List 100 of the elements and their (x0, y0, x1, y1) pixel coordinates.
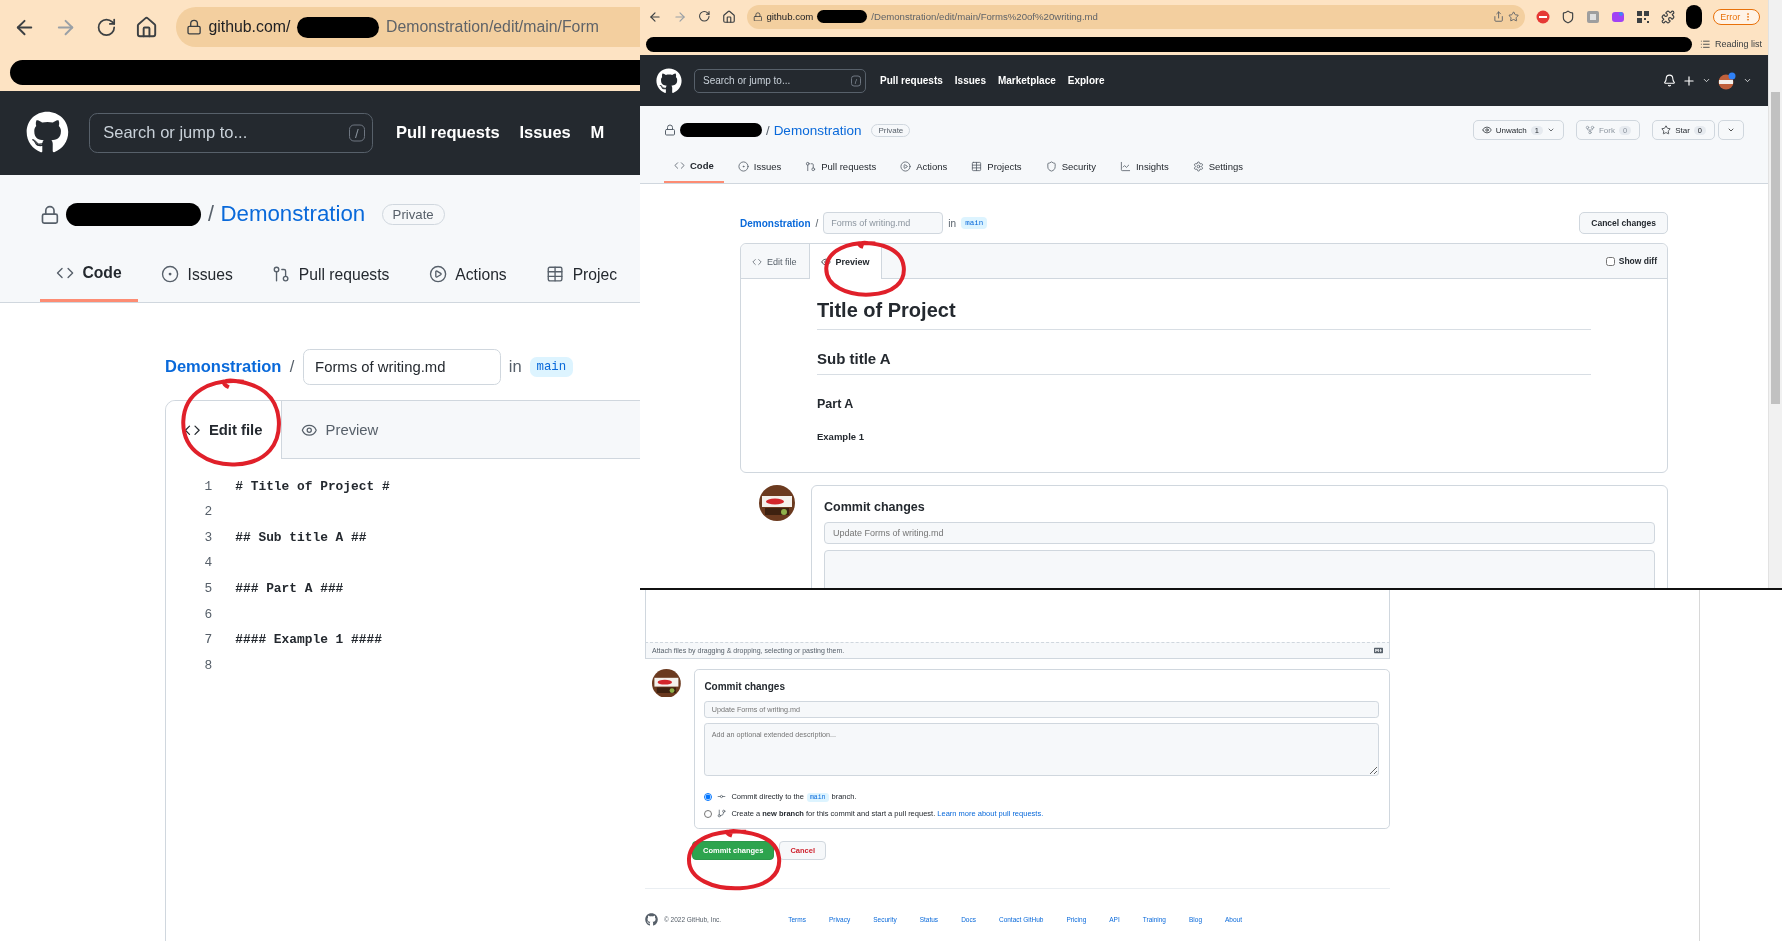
line-number: 6 (203, 606, 213, 622)
nav-link[interactable]: Pull requests (880, 75, 943, 86)
radio-button[interactable] (704, 792, 713, 801)
lock-icon (752, 11, 763, 22)
caret-icon (1727, 126, 1735, 134)
issue-icon (737, 161, 749, 172)
repo-tab[interactable]: Projec (529, 250, 634, 302)
caret-icon (1743, 76, 1752, 85)
url-text: github.com (766, 11, 814, 22)
fork-icon (1585, 125, 1595, 135)
shield-icon[interactable] (1561, 9, 1576, 24)
code-line: ## Sub title A ## (235, 529, 367, 545)
address-bar[interactable]: github.com/ Demonstration/edit/main/Form (175, 7, 640, 47)
logo-icon[interactable] (645, 912, 658, 926)
radio-button[interactable] (704, 809, 713, 818)
filename-field[interactable]: Forms of writing.md (302, 348, 501, 386)
back-icon[interactable] (648, 9, 662, 24)
lock-icon (664, 124, 676, 136)
repo-name-link[interactable]: Demonstration (220, 201, 366, 228)
nav-link[interactable]: Issues (954, 75, 986, 86)
code-line: ### Part A ### (235, 581, 344, 597)
nav-link[interactable]: Pull requests (395, 123, 500, 143)
path-separator: / (815, 217, 819, 229)
show-diff-checkbox[interactable] (1605, 256, 1615, 266)
caret-icon (1702, 76, 1711, 85)
repo-tab[interactable]: Settings (1182, 152, 1254, 183)
line-number: 4 (203, 555, 213, 571)
reading-list-button[interactable]: Reading list (1700, 38, 1762, 50)
pull-request-icon (805, 161, 817, 172)
list-icon (1700, 38, 1711, 50)
line-number: 1 (203, 478, 213, 494)
lock-icon (185, 19, 202, 36)
repo-tab[interactable]: Insights (1109, 152, 1179, 183)
summary-field[interactable]: Update Forms of writing.md (824, 522, 1655, 544)
line-number: 7 (203, 632, 213, 648)
caret-icon (1547, 126, 1555, 134)
address-bar[interactable]: github.com /Demonstration/edit/main/Forms%20of%20writing.md (746, 4, 1526, 29)
repo-tab[interactable]: Actions (890, 152, 958, 183)
in-label: in (948, 217, 957, 229)
line-number: 3 (203, 529, 213, 545)
home-icon[interactable] (134, 15, 158, 39)
repo-tab[interactable]: Issues (727, 152, 792, 183)
code-line: #### Example 1 #### (235, 632, 382, 648)
preview-heading: Sub title A (817, 350, 1591, 375)
commit-title: Commit changes (824, 500, 926, 514)
extension-icon[interactable] (1611, 9, 1626, 24)
redaction-mark (817, 10, 868, 23)
repo-tab[interactable]: Projects (961, 152, 1032, 183)
bookmark-star-icon[interactable] (1508, 10, 1520, 23)
repo-tab[interactable]: Actions (412, 250, 524, 302)
shield-icon (1045, 161, 1057, 172)
pull-request-icon (272, 265, 291, 284)
scrollbar[interactable] (1768, 0, 1782, 588)
url-text: Demonstration/edit/main/Form (385, 18, 599, 37)
cancel-changes-button[interactable]: Cancel changes (1579, 212, 1668, 234)
nav-link[interactable]: M (590, 123, 605, 143)
logo-icon[interactable] (26, 111, 70, 155)
repo-tab[interactable]: Code (39, 250, 139, 302)
logo-icon[interactable] (656, 67, 682, 94)
repo-link[interactable]: Demonstration (740, 217, 811, 229)
path-separator: / (289, 357, 295, 377)
home-icon[interactable] (721, 9, 736, 24)
repo-tab[interactable]: Security (1035, 152, 1106, 183)
reload-icon[interactable] (95, 16, 117, 38)
redaction-mark (1686, 4, 1703, 29)
repo-tab[interactable]: Pull requests (255, 250, 406, 302)
repo-tab[interactable]: Pull requests (795, 152, 887, 183)
star-menu-button[interactable] (1718, 120, 1744, 140)
branch-label: main (529, 356, 573, 378)
share-icon[interactable] (1492, 10, 1504, 23)
settings-icon (1192, 161, 1204, 172)
line-number: 5 (203, 581, 213, 597)
qr-code-icon[interactable] (1636, 9, 1651, 24)
checkbox-label: Show diff (1618, 256, 1657, 266)
avatar-icon[interactable] (1717, 71, 1737, 90)
repo-tab[interactable]: Issues (144, 250, 250, 302)
repo-name-link[interactable]: Demonstration (773, 122, 862, 138)
nav-link[interactable]: Marketplace (997, 75, 1056, 86)
nav-link[interactable]: Issues (519, 123, 571, 143)
in-label: in (508, 357, 522, 377)
play-icon (428, 265, 448, 284)
nav-link[interactable]: Explore (1067, 75, 1105, 86)
bell-icon[interactable] (1663, 74, 1676, 87)
extension-icon[interactable] (1536, 9, 1551, 24)
editor-tab[interactable]: Preview (281, 400, 398, 459)
editor-tab[interactable]: Edit file (166, 400, 282, 459)
markdown-icon (1374, 646, 1383, 655)
plus-icon[interactable] (1682, 73, 1696, 88)
line-number: 8 (203, 657, 213, 673)
preview-heading: Title of Project (817, 299, 1591, 330)
eye-icon (1481, 125, 1492, 135)
editor-tab[interactable]: Edit file (741, 244, 809, 279)
repo-tab[interactable]: Code (664, 152, 724, 183)
extensions-icon[interactable] (1661, 9, 1676, 24)
reload-icon[interactable] (698, 10, 711, 23)
issue-icon (161, 265, 180, 284)
play-icon (900, 161, 912, 172)
star-icon (1661, 125, 1672, 135)
repo-link[interactable]: Demonstration (165, 357, 282, 377)
commit-title: Commit changes (704, 680, 786, 692)
